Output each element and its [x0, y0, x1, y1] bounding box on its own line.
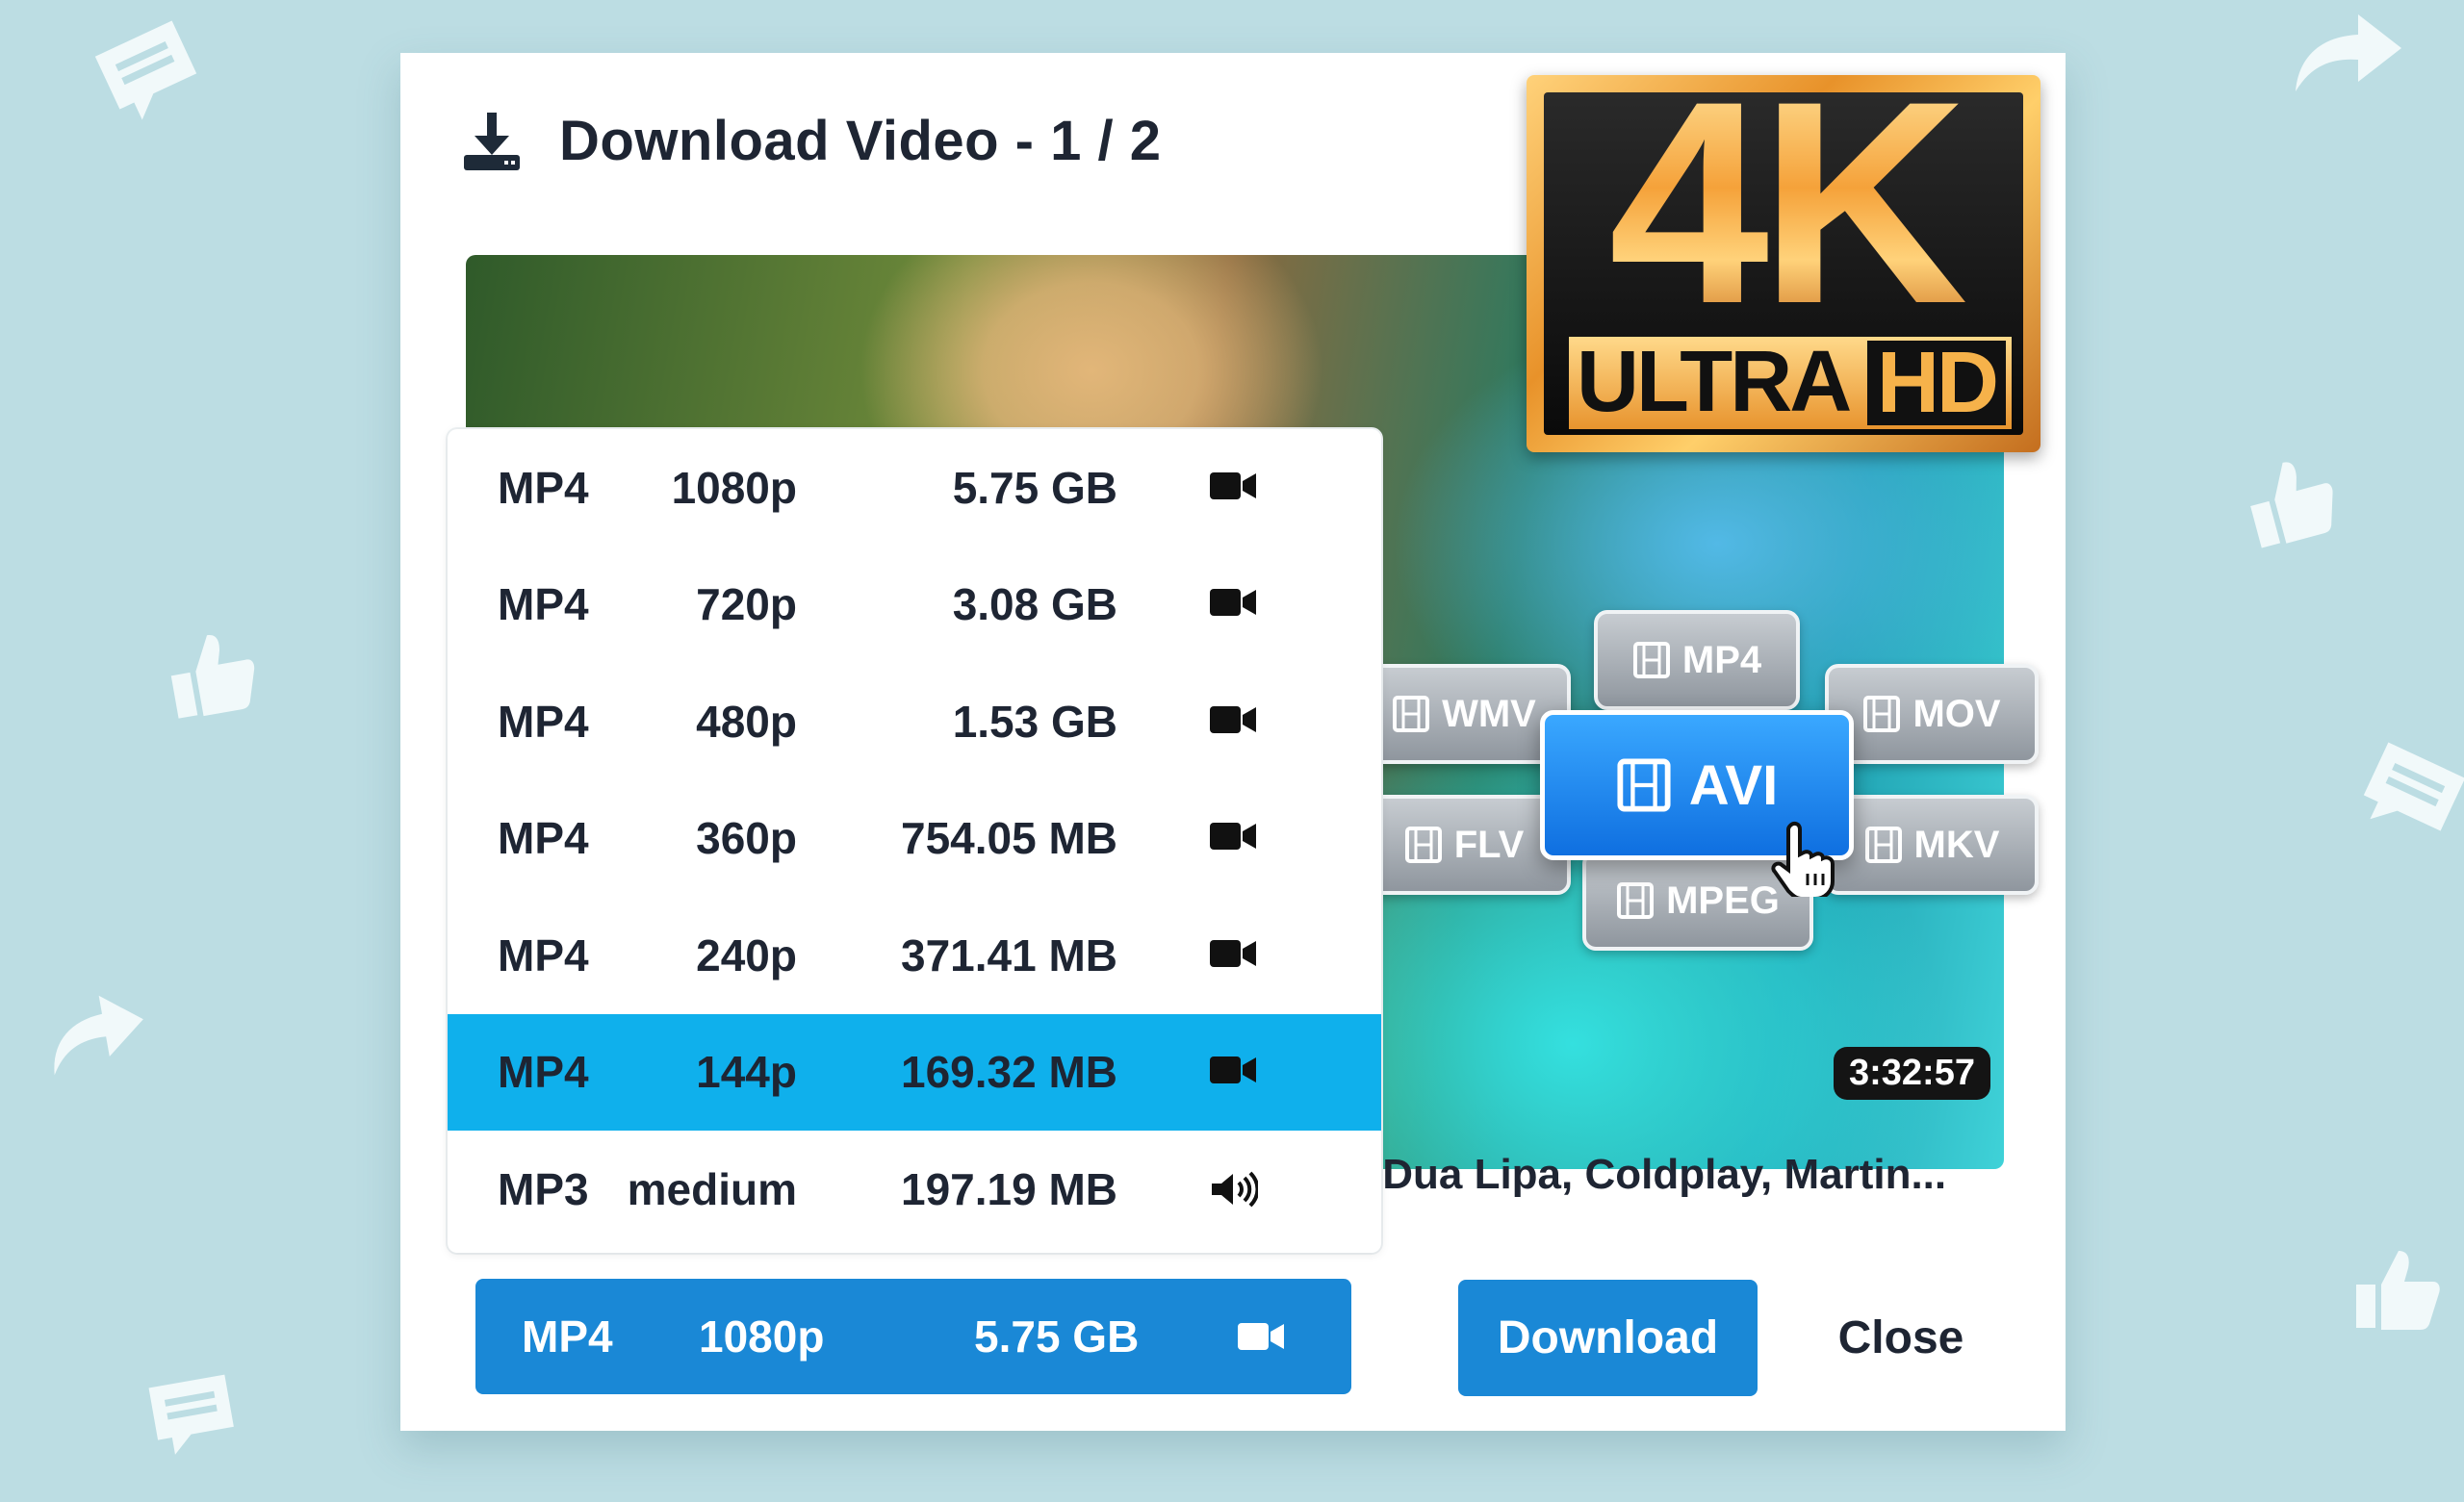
format-chip-flv[interactable]: FLV	[1357, 795, 1571, 895]
comment-icon	[79, 2, 219, 142]
format-chip-mp4[interactable]: MP4	[1594, 610, 1800, 710]
format-chip-label: MP4	[1681, 638, 1762, 681]
format-chip-label: MOV	[1912, 692, 2001, 735]
badge-4k-text: 4K	[1527, 58, 2040, 346]
format-option[interactable]: MP4 720p 3.08 GB	[448, 547, 1381, 664]
comment-icon	[137, 1359, 248, 1470]
format-select[interactable]: MP4 1080p 5.75 GB	[475, 1279, 1351, 1394]
badge-hd-text: HD	[1867, 340, 2006, 426]
format-dropdown-list: MP4 1080p 5.75 GB MP4 720p 3.08 GB MP4 4…	[448, 429, 1381, 1253]
video-camera-icon	[1208, 1053, 1258, 1091]
film-icon	[1392, 695, 1430, 733]
format-chip-label: WMV	[1442, 692, 1536, 735]
format-chip-mov[interactable]: MOV	[1825, 664, 2039, 764]
download-button[interactable]: Download	[1458, 1280, 1758, 1396]
film-icon	[1404, 826, 1443, 864]
video-camera-icon	[1208, 702, 1258, 741]
format-chip-label: FLV	[1453, 823, 1525, 866]
format-option[interactable]: MP4 1080p 5.75 GB	[448, 429, 1381, 547]
video-title: ,Dua Lipa, Coldplay, Martin...	[1371, 1151, 1947, 1198]
format-chip-wmv[interactable]: WMV	[1357, 664, 1571, 764]
video-camera-icon	[1208, 819, 1258, 857]
format-option-highlighted[interactable]: MP4 144p 169.32 MB	[448, 1013, 1381, 1131]
close-button[interactable]: Close	[1810, 1280, 1992, 1396]
badge-ultra-text: ULTRA	[1577, 334, 1852, 430]
film-icon	[1616, 757, 1672, 813]
format-option[interactable]: MP4 240p 371.41 MB	[448, 897, 1381, 1014]
format-chip-label: MKV	[1913, 823, 2000, 866]
video-camera-icon	[1208, 936, 1258, 975]
video-camera-icon	[1208, 469, 1258, 507]
video-camera-icon	[1236, 1319, 1286, 1354]
format-option[interactable]: MP3 medium 197.19 MB	[448, 1131, 1381, 1248]
thumbs-up-icon	[156, 618, 268, 729]
video-camera-icon	[1208, 585, 1258, 624]
film-icon	[1616, 881, 1655, 920]
comment-icon	[2341, 724, 2464, 864]
4k-ultra-hd-badge: 4K ULTRA HD	[1527, 58, 2040, 452]
format-option[interactable]: MP4 360p 754.05 MB	[448, 780, 1381, 898]
film-icon	[1632, 641, 1671, 679]
film-icon	[1864, 826, 1903, 864]
share-arrow-icon	[2291, 10, 2406, 96]
speaker-icon	[1208, 1170, 1258, 1209]
hand-cursor-icon	[1771, 820, 1838, 902]
format-chip-label: MPEG	[1666, 878, 1780, 922]
share-arrow-icon	[37, 982, 155, 1082]
thumbs-up-icon	[2232, 442, 2349, 559]
format-chip-label: AVI	[1688, 753, 1779, 817]
download-icon	[460, 111, 524, 174]
format-chip-mkv[interactable]: MKV	[1825, 795, 2039, 895]
thumbs-up-icon	[2348, 1241, 2445, 1337]
film-icon	[1862, 695, 1901, 733]
dialog-title: Download Video - 1 / 2	[559, 110, 1162, 172]
format-option[interactable]: MP4 480p 1.53 GB	[448, 663, 1381, 780]
video-duration: 3:32:57	[1834, 1047, 1990, 1100]
